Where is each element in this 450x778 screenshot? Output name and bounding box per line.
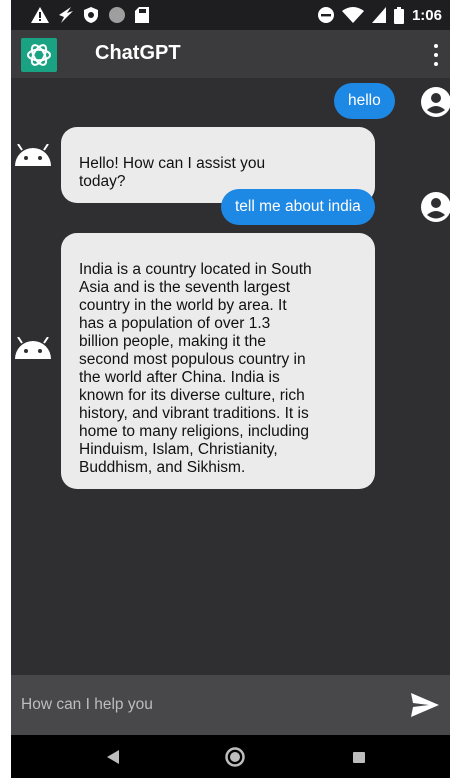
status-right-icons: 1:06 — [317, 5, 442, 25]
message-text: India is a country located in South Asia… — [79, 261, 312, 476]
app-title: ChatGPT — [95, 42, 181, 64]
send-icon[interactable] — [411, 693, 439, 717]
message-input-bar — [11, 675, 450, 735]
message-text: hello — [348, 92, 381, 109]
status-left-icons — [31, 5, 149, 25]
user-avatar-icon — [421, 87, 450, 117]
bot-message-bubble: India is a country located in South Asia… — [61, 233, 375, 489]
recents-square-icon[interactable] — [347, 745, 371, 769]
openai-logo-icon — [21, 38, 57, 72]
message-text: tell me about india — [235, 198, 361, 215]
message-input[interactable] — [21, 695, 401, 715]
status-time: 1:06 — [411, 6, 442, 24]
sd-card-icon — [135, 7, 149, 23]
user-message-bubble: tell me about india — [221, 189, 375, 225]
battery-icon — [393, 6, 404, 24]
message-text: Hello! How can I assist you today? — [79, 155, 266, 190]
do-not-disturb-icon — [317, 7, 334, 23]
wifi-icon — [341, 7, 364, 23]
back-triangle-icon[interactable] — [101, 745, 125, 769]
more-vert-icon[interactable] — [432, 44, 440, 66]
chat-message-list[interactable]: hello Hello! How can I assist you today?… — [11, 78, 450, 674]
user-message-bubble: hello — [334, 83, 395, 119]
signal-icon — [371, 7, 386, 23]
app-bar: ChatGPT — [11, 30, 450, 78]
warning-icon — [31, 7, 49, 23]
android-bot-icon — [15, 144, 51, 166]
status-bar: 1:06 — [11, 0, 450, 30]
home-circle-icon[interactable] — [223, 745, 247, 769]
feather-icon — [59, 7, 73, 23]
shield-icon — [84, 7, 98, 23]
system-nav-bar — [11, 735, 450, 778]
user-avatar-icon — [421, 192, 450, 222]
circle-icon — [109, 7, 125, 23]
phone-screen: 1:06 ChatGPT hello Hello! How can I assi… — [11, 0, 450, 778]
android-bot-icon — [15, 337, 51, 359]
